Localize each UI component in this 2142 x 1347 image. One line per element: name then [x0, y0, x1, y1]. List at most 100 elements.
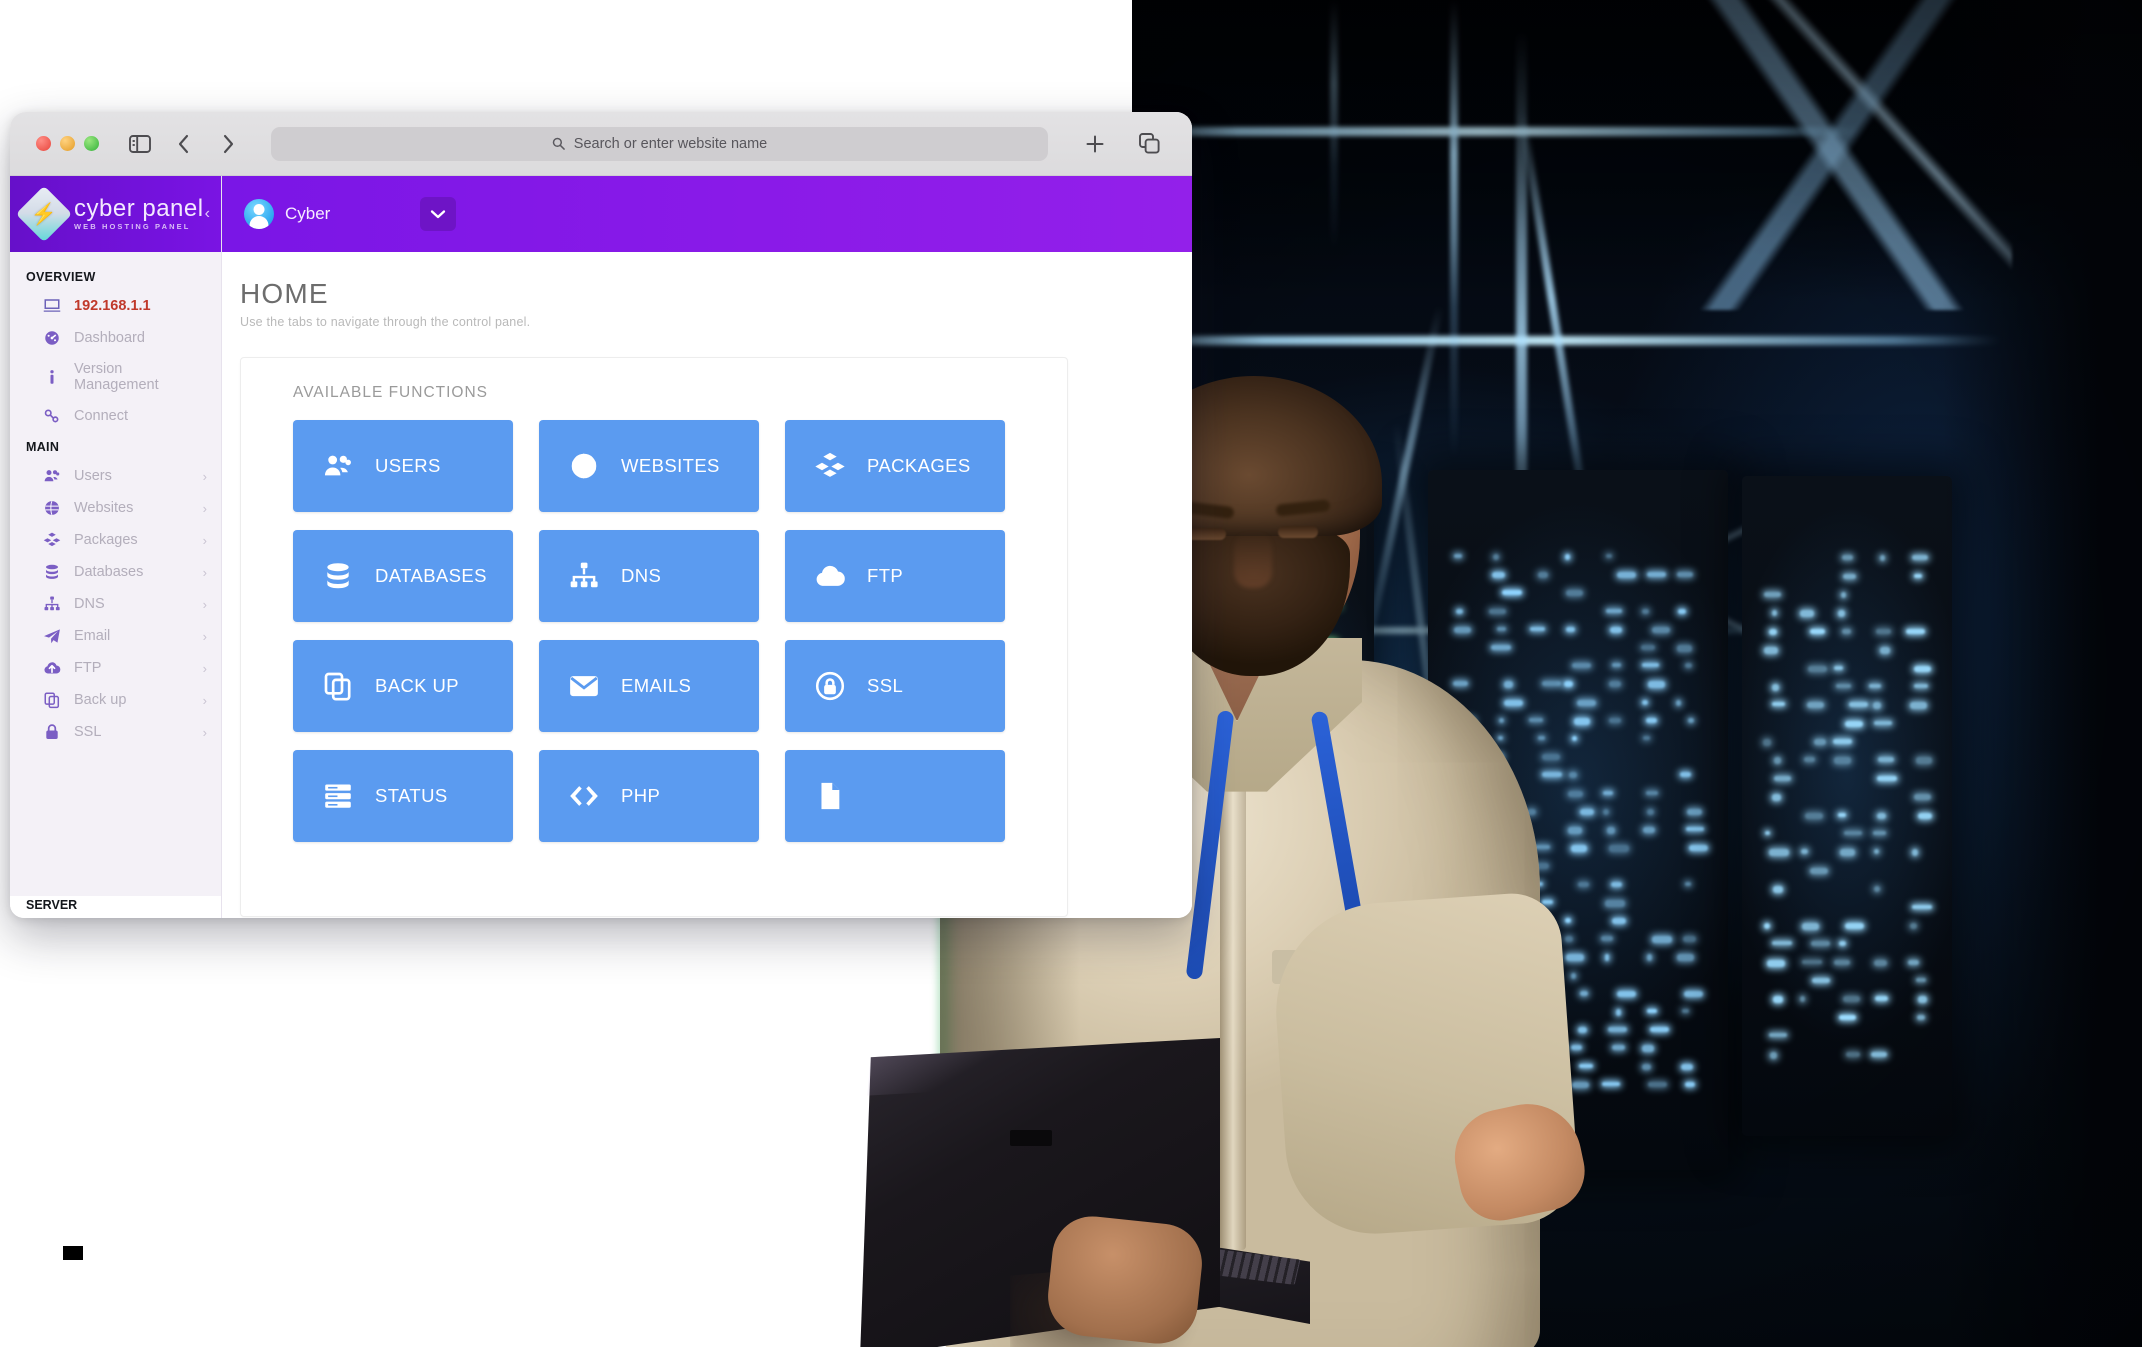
function-tile-status[interactable]: STATUS	[293, 750, 513, 842]
rack-led	[1912, 904, 1932, 910]
rack-led	[1503, 699, 1524, 707]
minimize-button[interactable]	[60, 136, 75, 151]
rack-led	[1205, 822, 1225, 827]
rack-led	[1809, 867, 1828, 874]
cloud-upload-icon	[42, 659, 62, 677]
function-tile-ssl[interactable]: SSL	[785, 640, 1005, 732]
sidebar-item-label: 192.168.1.1	[74, 298, 151, 314]
user-dropdown-toggle[interactable]	[420, 197, 457, 231]
rack-led	[1652, 936, 1672, 944]
zoom-button[interactable]	[84, 136, 99, 151]
info-icon	[42, 368, 62, 386]
rack-led	[1534, 863, 1549, 870]
rack-led	[1286, 785, 1301, 791]
rack-led	[1255, 731, 1275, 736]
rack-led	[1642, 699, 1648, 706]
rack-led	[1876, 775, 1897, 781]
page-top-whitespace	[0, 0, 1132, 112]
forward-icon[interactable]	[211, 127, 245, 161]
function-tile-users[interactable]: USERS	[293, 420, 513, 512]
function-tile-back-up[interactable]: BACK UP	[293, 640, 513, 732]
rack-led	[1565, 590, 1583, 597]
rack-led	[1810, 941, 1830, 947]
rack-led	[1282, 822, 1293, 829]
rack-led	[1912, 849, 1919, 856]
function-tile-websites[interactable]: WEBSITES	[539, 420, 759, 512]
rack-led	[1676, 645, 1693, 652]
rack-led	[1642, 608, 1650, 615]
search-input[interactable]: Search or enter website name	[271, 126, 1048, 161]
sidebar-item-databases[interactable]: Databases ›	[10, 556, 221, 588]
rack-led	[1916, 757, 1932, 764]
rack-led	[1771, 941, 1792, 946]
back-icon[interactable]	[167, 127, 201, 161]
rack-led	[1616, 572, 1636, 579]
rack-led	[1878, 757, 1895, 762]
brand-header[interactable]: ⚡ cyber panel WEB HOSTING PANEL ‹	[10, 176, 221, 252]
rack-led	[1813, 739, 1826, 746]
rack-led	[1318, 913, 1333, 919]
function-tile-php[interactable]: PHP	[539, 750, 759, 842]
rack-led	[1677, 954, 1694, 961]
function-tile-file[interactable]	[785, 750, 1005, 842]
database-icon	[319, 560, 357, 592]
rack-led	[1846, 1051, 1860, 1058]
sidebar-item-users[interactable]: Users ›	[10, 460, 221, 492]
sidebar-collapse-icon[interactable]: ‹	[205, 205, 210, 223]
rack-led	[1871, 1051, 1888, 1058]
sidebar-item-label: Databases	[74, 564, 144, 580]
rack-led	[1577, 881, 1590, 887]
rack-led	[1914, 683, 1928, 689]
sidebar-nav: OVERVIEW 192.168.1.1 Dashboard Version Mana…	[10, 252, 221, 896]
function-tile-ftp[interactable]: FTP	[785, 530, 1005, 622]
sidebar-item-packages[interactable]: Packages ›	[10, 524, 221, 556]
function-tile-emails[interactable]: EMAILS	[539, 640, 759, 732]
tab-overview-icon[interactable]	[1132, 127, 1166, 161]
users-icon	[319, 450, 357, 482]
rack-led	[1213, 985, 1218, 993]
page-title: HOME	[240, 278, 329, 309]
function-tile-packages[interactable]: PACKAGES	[785, 420, 1005, 512]
sidebar-item-version-management[interactable]: Version Management	[10, 354, 221, 400]
close-button[interactable]	[36, 136, 51, 151]
rack-led	[1454, 626, 1471, 634]
copy-icon	[319, 670, 357, 702]
sidebar-item-connect[interactable]: Connect	[10, 400, 221, 432]
rack-led	[1490, 645, 1511, 651]
rack-led	[1642, 663, 1660, 668]
sidebar-item-dns[interactable]: DNS ›	[10, 588, 221, 620]
sidebar-item-email[interactable]: Email ›	[10, 620, 221, 652]
sidebar-item-192-168-1-1[interactable]: 192.168.1.1	[10, 290, 221, 322]
rack-led	[1291, 876, 1297, 882]
rack-led	[1536, 954, 1554, 959]
rack-led	[1642, 736, 1650, 741]
rack-led	[1913, 794, 1931, 801]
database-icon	[42, 563, 62, 581]
rack-led	[1291, 567, 1311, 572]
function-tile-databases[interactable]: DATABASES	[293, 530, 513, 622]
rack-led	[1908, 959, 1920, 966]
sidebar-toggle-icon[interactable]	[123, 127, 157, 161]
function-tile-label: DATABASES	[375, 565, 487, 586]
sidebar-item-ssl[interactable]: SSL ›	[10, 716, 221, 748]
monitor-icon	[42, 297, 62, 315]
rack-led	[1616, 990, 1636, 998]
sidebar-item-dashboard[interactable]: Dashboard	[10, 322, 221, 354]
sidebar-item-websites[interactable]: Websites ›	[10, 492, 221, 524]
rack-led	[1321, 731, 1336, 736]
rack-led	[1764, 647, 1779, 654]
chevron-right-icon: ›	[202, 468, 207, 484]
window-controls[interactable]	[36, 136, 99, 151]
rack-led	[1452, 681, 1468, 686]
rack-led	[1835, 683, 1852, 688]
new-tab-icon[interactable]	[1078, 127, 1112, 161]
rack-led	[1643, 827, 1656, 834]
sidebar-item-ftp[interactable]: FTP ›	[10, 652, 221, 684]
user-menu[interactable]: Cyber	[244, 199, 330, 229]
rack-led	[1875, 996, 1888, 1001]
rack-led	[1848, 702, 1868, 708]
function-tile-label: WEBSITES	[621, 455, 720, 476]
function-tile-dns[interactable]: DNS	[539, 530, 759, 622]
rack-led	[1541, 972, 1555, 978]
sidebar-item-back-up[interactable]: Back up ›	[10, 684, 221, 716]
